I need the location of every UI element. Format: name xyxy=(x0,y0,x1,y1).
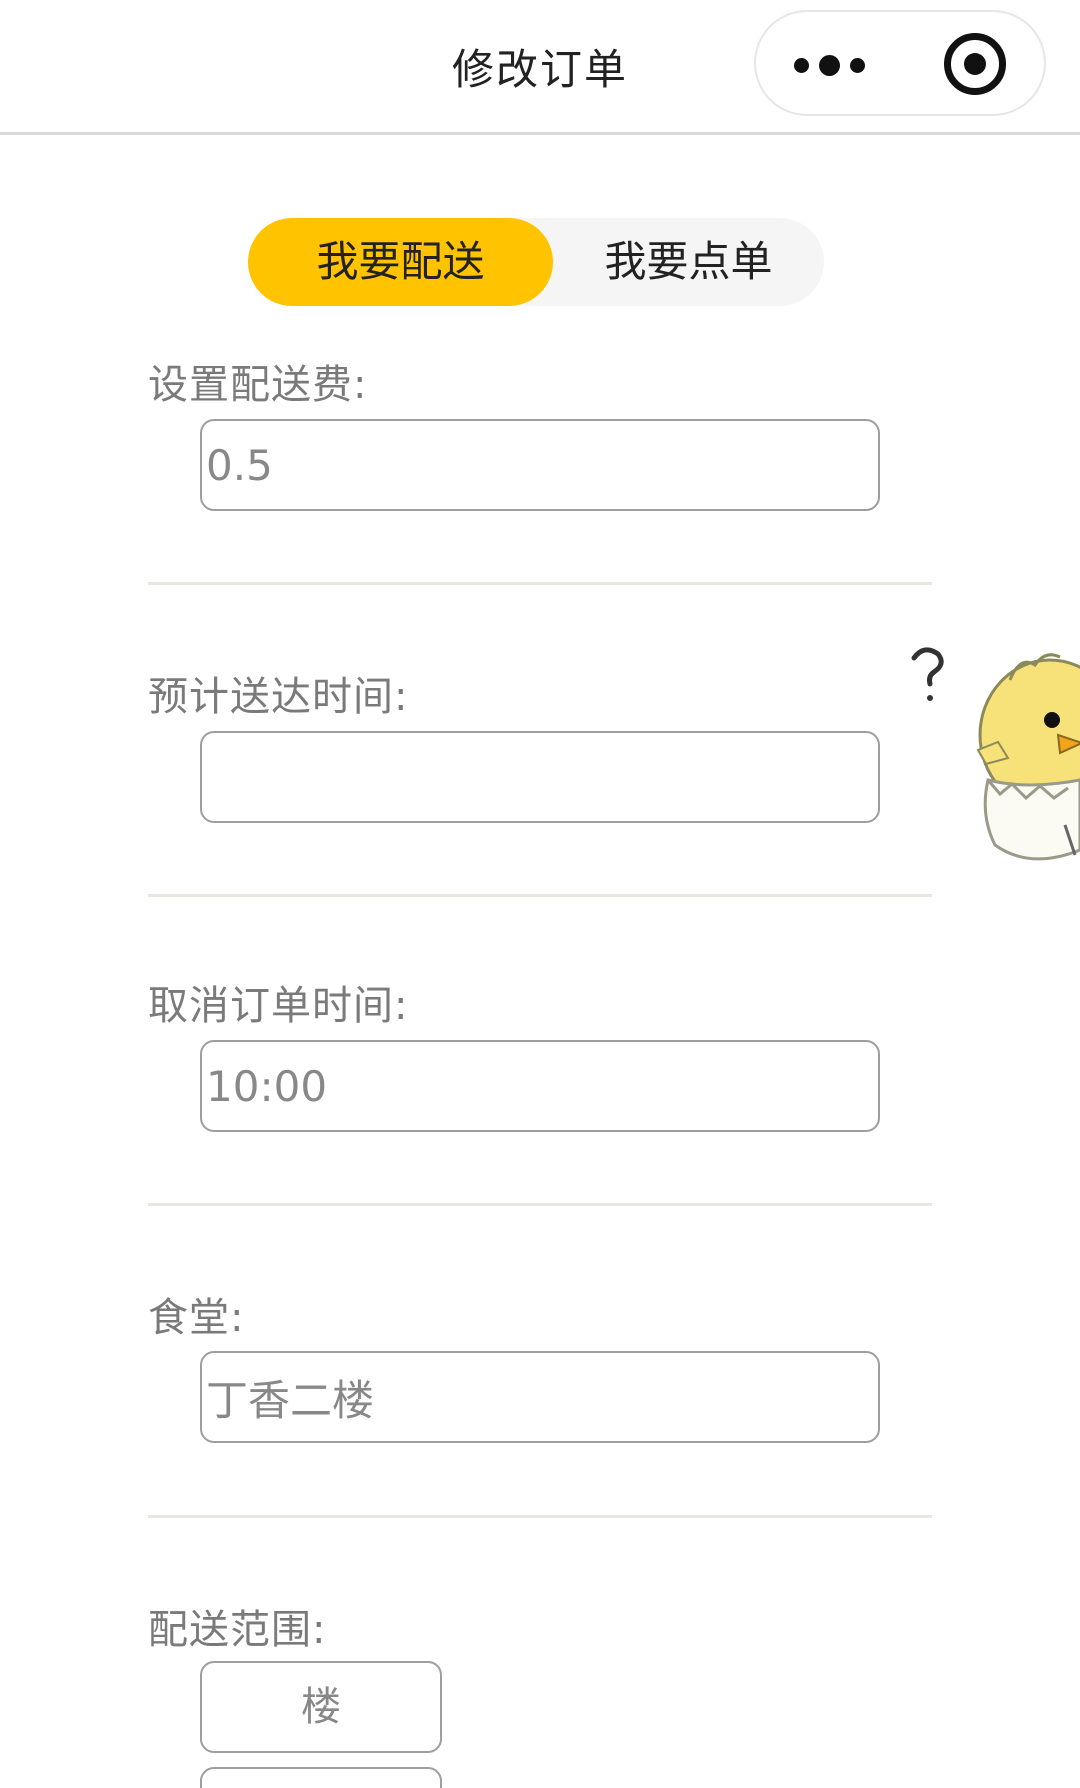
menu-capsule xyxy=(754,10,1046,116)
mode-tabs: 我要配送 我要点单 xyxy=(248,218,824,306)
capsule-divider xyxy=(902,40,904,88)
tab-order[interactable]: 我要点单 xyxy=(553,218,824,306)
close-target-icon[interactable] xyxy=(944,33,1006,95)
canteen-input[interactable] xyxy=(200,1351,880,1443)
divider xyxy=(148,1203,932,1206)
cancel-time-input[interactable] xyxy=(200,1040,880,1132)
more-dots-icon[interactable] xyxy=(794,50,904,80)
canteen-label: 食堂: xyxy=(148,1295,245,1341)
delivery-fee-label: 设置配送费: xyxy=(148,362,368,408)
page: 修改订单 我要配送 我要点单 设置配送费: 预计送达时间: 取消订单时间: 食堂… xyxy=(0,0,1080,1788)
range-option-second[interactable] xyxy=(200,1767,442,1788)
tab-deliver[interactable]: 我要配送 xyxy=(248,218,553,306)
chick-mascot-icon xyxy=(911,647,1080,861)
eta-input[interactable] xyxy=(200,731,880,823)
delivery-fee-input[interactable] xyxy=(200,419,880,511)
divider xyxy=(148,582,932,585)
divider xyxy=(148,894,932,897)
navigation-bar: 修改订单 xyxy=(0,0,1080,135)
range-option-building[interactable]: 楼 xyxy=(200,1661,442,1753)
divider xyxy=(148,1515,932,1518)
range-label: 配送范围: xyxy=(148,1607,327,1653)
eta-label: 预计送达时间: xyxy=(148,674,409,720)
cancel-time-label: 取消订单时间: xyxy=(148,983,409,1029)
